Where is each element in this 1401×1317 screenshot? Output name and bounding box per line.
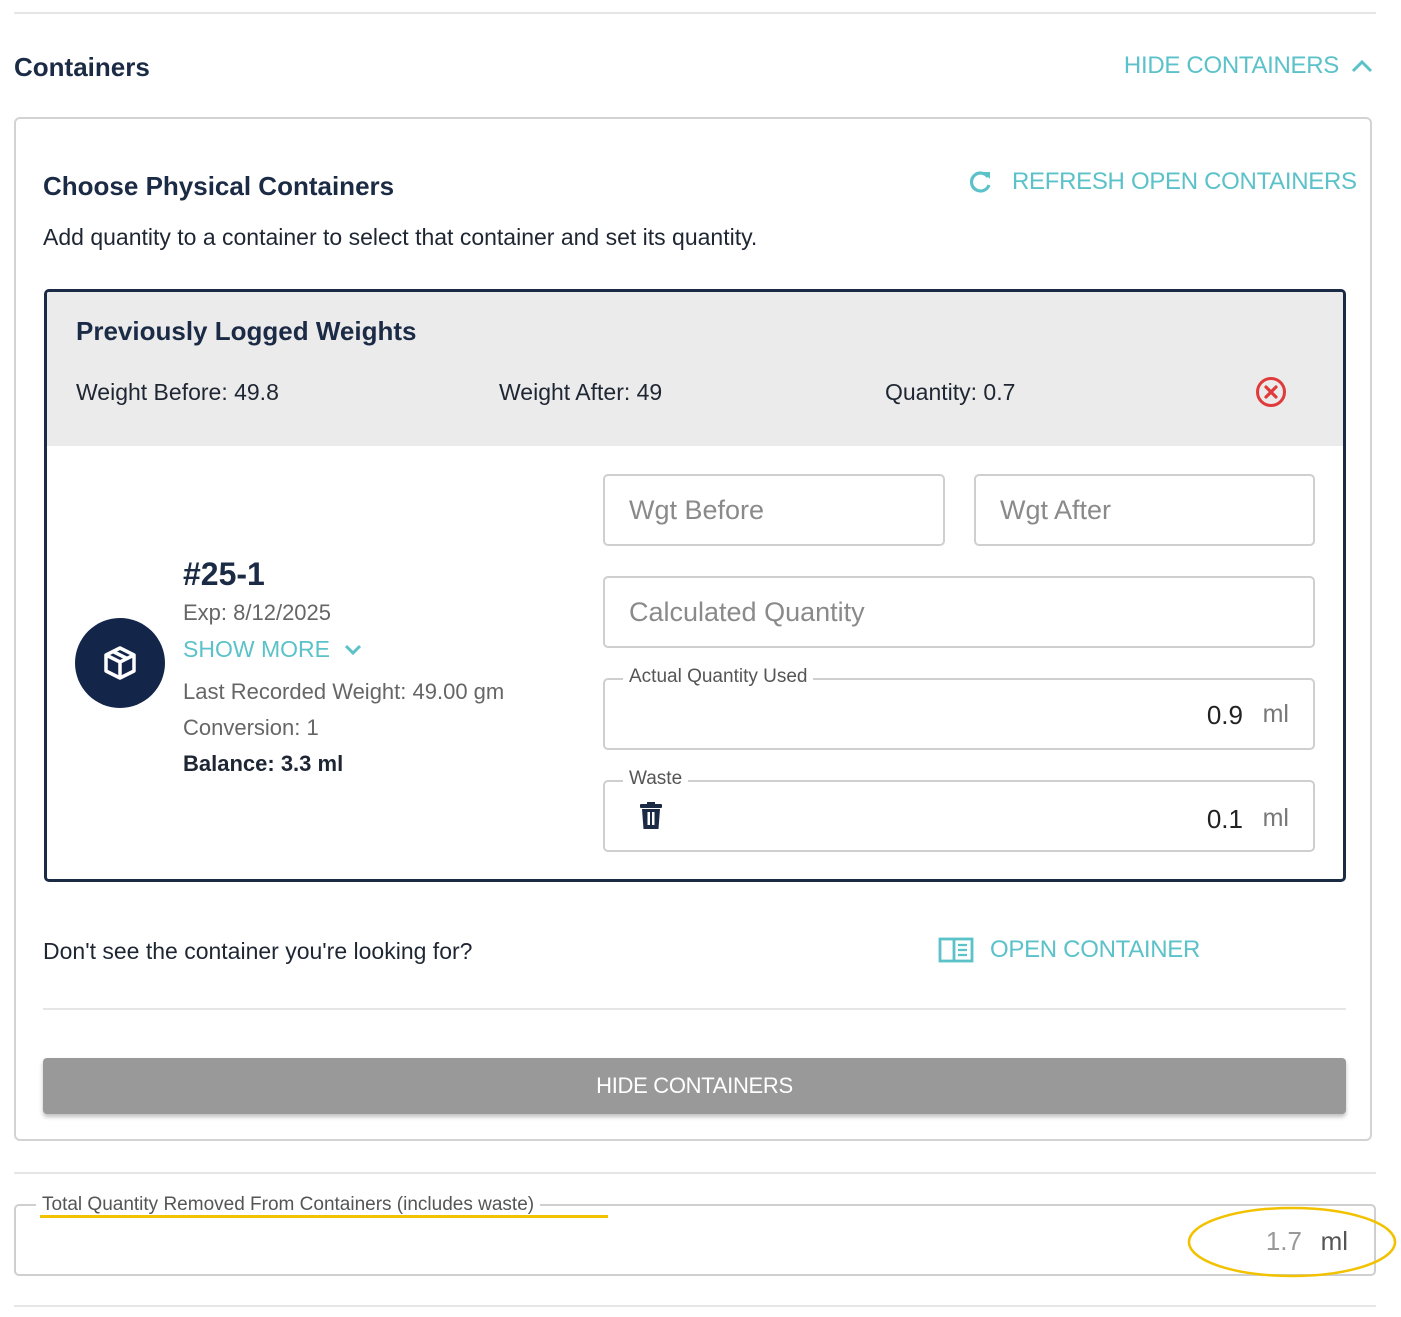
refresh-label: REFRESH OPEN CONTAINERS [1012, 168, 1357, 195]
middle-divider [14, 1172, 1376, 1174]
hide-containers-label: HIDE CONTAINERS [1123, 52, 1339, 79]
hide-containers-button[interactable]: HIDE CONTAINERS [43, 1058, 1346, 1114]
trash-icon[interactable] [639, 802, 663, 830]
calculated-quantity-field[interactable] [603, 576, 1315, 648]
show-more-label: SHOW MORE [183, 636, 330, 662]
missing-container-prompt: Don't see the container you're looking f… [43, 938, 473, 964]
wgt-before-field[interactable] [603, 474, 945, 546]
container-item: Previously Logged Weights Weight Before:… [44, 289, 1346, 882]
open-container-icon [938, 937, 974, 963]
hide-containers-link[interactable]: HIDE CONTAINERS [1124, 52, 1373, 80]
section-title: Containers [14, 52, 150, 82]
open-container-label: OPEN CONTAINER [990, 936, 1201, 963]
package-icon [104, 646, 136, 680]
actual-quantity-unit: ml [1262, 700, 1289, 728]
wgt-after-field[interactable] [974, 474, 1315, 546]
weight-before-value: Weight Before: 49.8 [76, 379, 279, 405]
waste-field[interactable]: Waste 0.1 ml [603, 768, 1315, 852]
last-recorded-weight: Last Recorded Weight: 49.00 gm [183, 679, 505, 704]
bottom-divider [14, 1305, 1376, 1307]
calculated-quantity-input[interactable] [605, 578, 1313, 646]
previous-weights-panel: Previously Logged Weights Weight Before:… [47, 292, 1343, 446]
highlight-underline [40, 1215, 608, 1218]
container-id: #25-1 [183, 556, 265, 592]
top-divider [14, 12, 1376, 14]
highlight-ellipse [1187, 1206, 1397, 1278]
weight-after-value: Weight After: 49 [499, 379, 663, 405]
waste-unit: ml [1262, 804, 1289, 832]
chevron-down-icon [344, 644, 362, 655]
chevron-up-icon [1351, 59, 1373, 73]
open-container-button[interactable]: OPEN CONTAINER [938, 936, 1200, 964]
previous-weights-title: Previously Logged Weights [76, 316, 417, 346]
waste-label: Waste [623, 768, 689, 790]
actual-quantity-label: Actual Quantity Used [623, 666, 814, 688]
remove-logged-weight-icon[interactable] [1255, 376, 1287, 408]
show-more-link[interactable]: SHOW MORE [183, 636, 362, 663]
refresh-icon [969, 171, 991, 193]
card-divider [43, 1008, 1346, 1010]
wgt-before-input[interactable] [605, 476, 943, 544]
container-expiration: Exp: 8/12/2025 [183, 600, 332, 625]
quantity-value: Quantity: 0.7 [885, 379, 1016, 405]
actual-quantity-field[interactable]: Actual Quantity Used 0.9 ml [603, 666, 1315, 750]
choose-containers-title: Choose Physical Containers [43, 171, 395, 201]
conversion-value: Conversion: 1 [183, 715, 319, 740]
total-quantity-label: Total Quantity Removed From Containers (… [36, 1194, 541, 1216]
helper-text: Add quantity to a container to select th… [43, 224, 758, 250]
container-avatar [75, 618, 165, 708]
balance-value: Balance: 3.3 ml [183, 751, 344, 776]
actual-quantity-value[interactable]: 0.9 [1207, 700, 1243, 731]
wgt-after-input[interactable] [976, 476, 1313, 544]
waste-value[interactable]: 0.1 [1207, 804, 1243, 835]
refresh-open-containers-button[interactable]: REFRESH OPEN CONTAINERS [968, 168, 1357, 196]
